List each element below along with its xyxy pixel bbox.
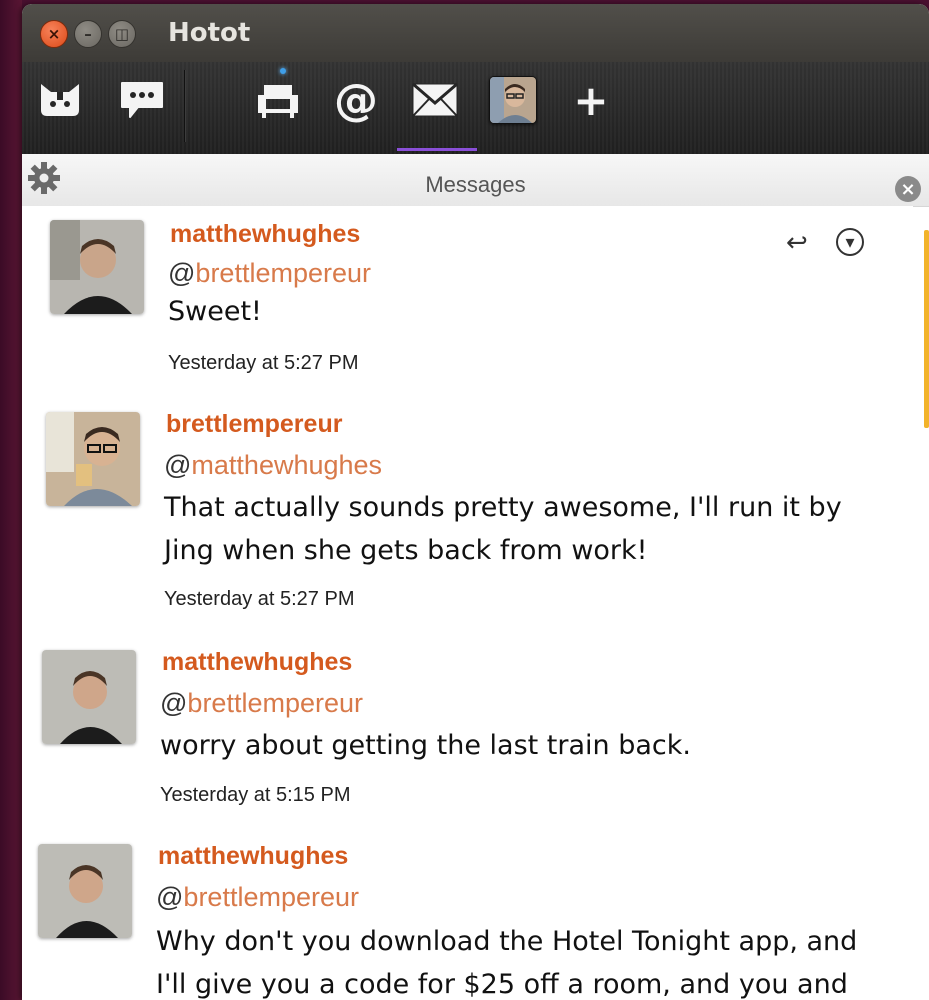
hotot-logo-icon xyxy=(41,84,79,116)
mention-name[interactable]: brettlempereur xyxy=(195,258,371,288)
mention-at-icon: @ xyxy=(334,74,378,126)
list-item[interactable]: matthewhughes @brettlempereur Why don't … xyxy=(22,828,913,1000)
mention-prefix: @ xyxy=(168,258,196,288)
home-couch-icon xyxy=(258,85,298,118)
window-title: Hotot xyxy=(168,18,251,48)
message-username[interactable]: matthewhughes xyxy=(158,842,348,871)
mention-name[interactable]: brettlempereur xyxy=(187,688,363,718)
close-icon: × xyxy=(900,178,916,200)
add-column-icon: + xyxy=(573,75,609,125)
message-text: Sweet! xyxy=(168,296,262,327)
message-time[interactable]: Yesterday at 5:27 PM xyxy=(168,352,359,375)
message-time[interactable]: Yesterday at 5:27 PM xyxy=(164,588,355,611)
message-username[interactable]: brettlempereur xyxy=(166,410,342,439)
tab-mentions[interactable]: @ xyxy=(330,74,382,126)
window-minimize-button[interactable]: – xyxy=(74,20,102,48)
message-text: Why don't you download the Hotel Tonight… xyxy=(156,926,858,1000)
mention-prefix: @ xyxy=(156,882,184,912)
message-text: worry about getting the last train back. xyxy=(160,730,691,761)
mention-name[interactable]: matthewhughes xyxy=(191,450,382,480)
brettlempereur-avatar[interactable] xyxy=(46,412,140,506)
message-username[interactable]: matthewhughes xyxy=(170,220,360,249)
message-mention[interactable]: @brettlempereur xyxy=(160,688,363,719)
matthewhughes-avatar[interactable] xyxy=(38,844,132,938)
compose-chat-button[interactable] xyxy=(116,74,168,126)
mention-prefix: @ xyxy=(160,688,188,718)
column-title: Messages xyxy=(425,172,526,197)
chat-bubble-icon xyxy=(121,82,163,118)
message-mention[interactable]: @matthewhughes xyxy=(164,450,382,481)
reply-icon: ↩ xyxy=(786,228,808,258)
add-column-button[interactable]: + xyxy=(565,74,617,126)
window-maximize-button[interactable]: ◫ xyxy=(108,20,136,48)
message-mention[interactable]: @brettlempereur xyxy=(156,882,359,913)
column-header: Messages × xyxy=(22,154,929,207)
message-list: matthewhughes @brettlempereur Sweet! Yes… xyxy=(22,206,913,1000)
list-item[interactable]: brettlempereur @matthewhughes That actua… xyxy=(22,396,913,635)
active-tab-indicator xyxy=(397,148,477,151)
message-mention[interactable]: @brettlempereur xyxy=(168,258,371,289)
more-actions-button[interactable]: ▾ xyxy=(836,228,864,256)
title-bar: × – ◫ Hotot xyxy=(22,4,929,62)
window-close-button[interactable]: × xyxy=(40,20,68,48)
tab-profile[interactable] xyxy=(487,74,539,126)
mention-prefix: @ xyxy=(164,450,192,480)
message-username[interactable]: matthewhughes xyxy=(162,648,352,677)
message-text: That actually sounds pretty awesome, I'l… xyxy=(164,492,842,566)
mention-name[interactable]: brettlempereur xyxy=(183,882,359,912)
tab-messages[interactable] xyxy=(409,74,461,126)
list-item[interactable]: matthewhughes @brettlempereur worry abou… xyxy=(22,634,913,829)
hotot-logo-button[interactable] xyxy=(34,74,86,126)
hotot-window: × – ◫ Hotot @ + Messages × matthewhughes… xyxy=(22,4,929,1000)
tab-home[interactable] xyxy=(252,74,304,126)
scrollbar[interactable] xyxy=(924,230,929,428)
list-item[interactable]: matthewhughes @brettlempereur Sweet! Yes… xyxy=(22,206,913,397)
reply-button[interactable]: ↩ xyxy=(786,228,808,258)
profile-avatar xyxy=(489,76,537,124)
chevron-down-icon: ▾ xyxy=(845,231,855,253)
messages-envelope-icon xyxy=(412,82,458,117)
close-column-button[interactable]: × xyxy=(895,176,921,202)
toolbar-separator xyxy=(184,70,186,142)
desktop-background xyxy=(0,0,22,1000)
toolbar: @ + xyxy=(22,62,929,154)
matthewhughes-avatar[interactable] xyxy=(42,650,136,744)
message-time[interactable]: Yesterday at 5:15 PM xyxy=(160,784,351,807)
matthewhughes-avatar[interactable] xyxy=(50,220,144,314)
